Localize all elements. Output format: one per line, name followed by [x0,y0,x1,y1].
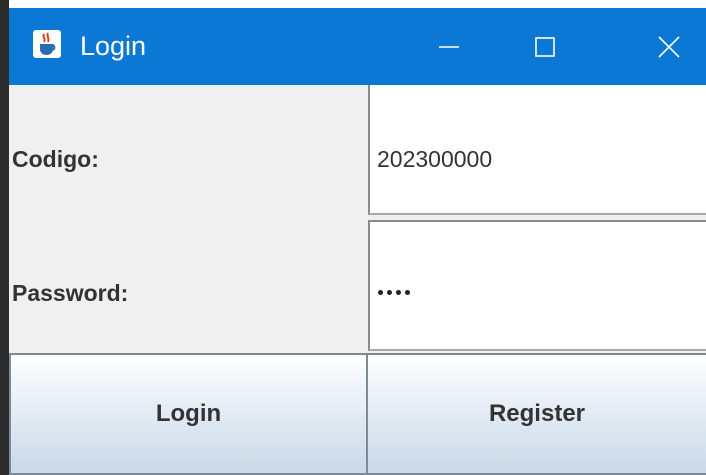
codigo-value: 202300000 [377,146,493,172]
desktop-edge [0,0,9,475]
password-mask-dot [387,290,392,295]
close-button[interactable] [629,8,706,85]
password-label-cell: Password: [9,219,365,353]
maximize-icon [535,36,555,57]
register-button[interactable]: Register [366,353,706,475]
window-title: Login [80,31,147,61]
password-mask-dot [396,290,401,295]
login-button[interactable]: Login [9,353,368,475]
codigo-field[interactable]: 202300000 [368,85,706,215]
login-button-label: Login [155,400,222,427]
password-mask-dot [378,290,383,295]
close-icon [658,35,680,58]
minimize-button[interactable] [409,8,489,85]
maximize-button[interactable] [505,8,585,85]
register-button-label: Register [488,400,586,427]
password-field[interactable] [368,220,706,351]
minimize-icon [439,45,459,48]
login-window: Login Codigo: 202300000 Password: Login … [9,8,706,475]
password-label: Password: [12,280,129,306]
password-mask-dot [405,290,410,295]
codigo-label: Codigo: [12,146,99,172]
codigo-label-cell: Codigo: [9,85,365,219]
title-bar[interactable]: Login [9,8,706,85]
java-cup-icon [33,30,61,58]
password-mask [378,290,410,295]
